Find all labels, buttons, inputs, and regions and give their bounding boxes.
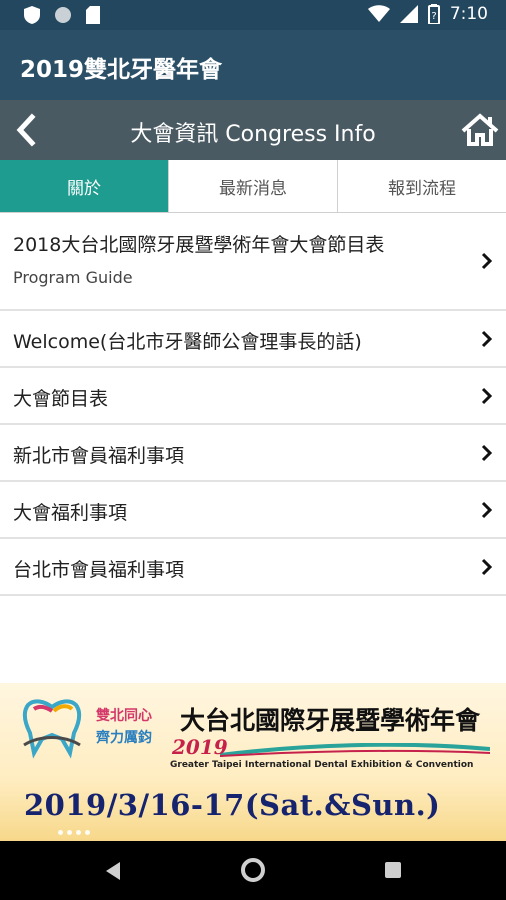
tab-checkin[interactable]: 報到流程: [337, 160, 506, 212]
list-item-title: 大會節目表: [13, 388, 109, 410]
carousel-indicator: [58, 830, 90, 835]
list-item-title: 新北市會員福利事項: [13, 445, 185, 467]
chevron-right-icon: [481, 558, 493, 575]
chevron-right-icon: [481, 252, 493, 270]
banner-year: 2019: [172, 735, 228, 759]
signal-icon: [399, 5, 418, 23]
app-title: 2019雙北牙醫年會: [20, 57, 223, 83]
info-list: 2018大台北國際牙展暨學術年會大會節目表 Program Guide Welc…: [0, 213, 506, 596]
list-item-title: Welcome(台北市牙醫師公會理事長的話): [13, 331, 362, 353]
banner-slogan-line2: 齊力厲鈞: [96, 730, 152, 746]
list-item-congress-benefits[interactable]: 大會福利事項: [0, 482, 506, 539]
carousel-dot: [76, 830, 81, 835]
banner-title: 大台北國際牙展暨學術年會: [180, 706, 481, 735]
status-right-icons: ? 7:10: [367, 4, 488, 24]
shield-icon: [24, 6, 40, 24]
list-item-title: 2018大台北國際牙展暨學術年會大會節目表: [13, 234, 385, 256]
page-title: 大會資訊 Congress Info: [130, 122, 376, 147]
wifi-icon: [367, 5, 390, 22]
status-bar: ? 7:10: [0, 0, 506, 30]
home-icon: [461, 113, 499, 146]
list-item-title: 台北市會員福利事項: [13, 559, 185, 581]
status-time: 7:10: [449, 4, 488, 24]
list-item-taipei-benefits[interactable]: 台北市會員福利事項: [0, 539, 506, 596]
list-item-new-taipei-benefits[interactable]: 新北市會員福利事項: [0, 425, 506, 482]
chevron-right-icon: [481, 330, 493, 347]
system-nav-bar: [0, 841, 506, 900]
chevron-right-icon: [481, 444, 493, 461]
nav-recents-icon[interactable]: [385, 862, 401, 878]
banner-slogan: 雙北同心 齊力厲鈞: [96, 705, 152, 749]
list-item-program-guide[interactable]: 2018大台北國際牙展暨學術年會大會節目表 Program Guide: [0, 213, 506, 311]
carousel-dot: [85, 830, 90, 835]
banner-slogan-line1: 雙北同心: [96, 708, 152, 724]
carousel-dot: [67, 830, 72, 835]
list-item-title: 大會福利事項: [13, 502, 128, 524]
app-bar: 2019雙北牙醫年會: [0, 30, 506, 100]
banner-subtitle-en: Greater Taipei International Dental Exhi…: [170, 760, 474, 770]
svg-text:?: ?: [431, 11, 436, 22]
status-left-icons: [24, 6, 100, 24]
tab-bar: 關於 最新消息 報到流程: [0, 160, 506, 213]
nav-back-icon[interactable]: [104, 861, 122, 881]
home-button[interactable]: [460, 110, 500, 150]
nav-home-icon[interactable]: [241, 858, 265, 882]
tab-news[interactable]: 最新消息: [168, 160, 337, 212]
list-item-welcome[interactable]: Welcome(台北市牙醫師公會理事長的話): [0, 311, 506, 368]
circle-icon: [55, 7, 71, 23]
list-item-subtitle: Program Guide: [13, 268, 133, 287]
banner-date: 2019/3/16-17(Sat.&Sun.): [24, 788, 441, 822]
event-banner[interactable]: 雙北同心 齊力厲鈞 大台北國際牙展暨學術年會 2019 Greater Taip…: [0, 683, 506, 841]
battery-icon: ?: [427, 4, 440, 24]
list-item-schedule[interactable]: 大會節目表: [0, 368, 506, 425]
chevron-right-icon: [481, 501, 493, 518]
tab-about[interactable]: 關於: [0, 160, 168, 212]
chevron-right-icon: [481, 387, 493, 404]
sub-header: 大會資訊 Congress Info: [0, 100, 506, 160]
tooth-logo-icon: [22, 699, 82, 759]
carousel-dot: [58, 830, 63, 835]
sd-card-icon: [86, 6, 100, 24]
banner-swoosh: [220, 743, 490, 757]
